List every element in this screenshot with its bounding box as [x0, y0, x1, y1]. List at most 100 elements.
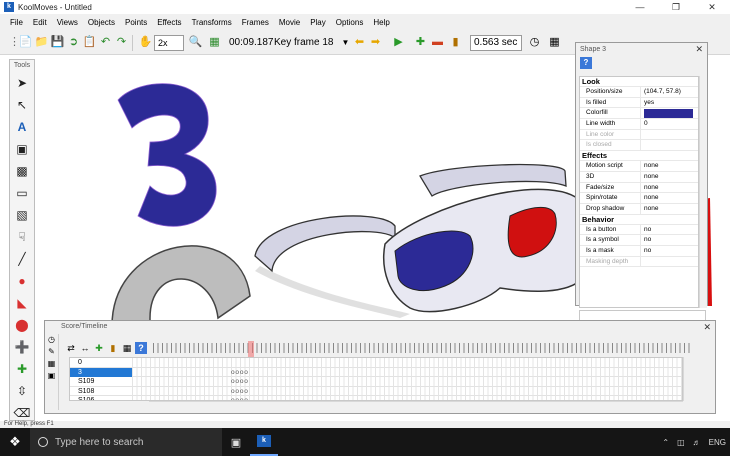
hand-tool-icon[interactable]: ✋ [138, 35, 153, 50]
move-frames-icon[interactable]: ⇄ [65, 342, 77, 354]
button-tool-icon[interactable]: ▭ [10, 182, 34, 204]
save-icon[interactable]: 💾 [50, 35, 65, 50]
import-icon[interactable]: ➲ [66, 35, 81, 50]
menu-help[interactable]: Help [368, 18, 394, 27]
menu-frames[interactable]: Frames [237, 18, 274, 27]
property-row[interactable]: Is a button no [580, 224, 698, 236]
layer-name[interactable]: 0 [78, 358, 130, 368]
property-row[interactable]: Colorfill [580, 108, 698, 120]
keyframe-markers[interactable]: o o o o [231, 387, 248, 397]
colorfill-swatch[interactable] [644, 109, 693, 119]
property-row[interactable]: Is a symbol no [580, 235, 698, 246]
add-frame-icon[interactable]: ✚ [413, 35, 428, 50]
koolmoves-taskbar-app[interactable]: k [250, 428, 278, 456]
menu-file[interactable]: File [5, 18, 28, 27]
timeline-row[interactable]: 0 [70, 358, 682, 368]
frame-properties-icon[interactable]: ▮ [107, 342, 119, 354]
play-icon[interactable]: ▶ [391, 35, 406, 50]
property-row[interactable]: Is filled yes [580, 97, 698, 109]
stretch-frames-icon[interactable]: ↔ [79, 342, 91, 354]
frame-grid[interactable] [132, 377, 682, 387]
menu-effects[interactable]: Effects [152, 18, 186, 27]
timeline-vertical-scrollbar[interactable] [683, 357, 693, 401]
property-section-look[interactable]: Look [580, 77, 698, 87]
property-value[interactable]: yes [641, 98, 654, 108]
undo-icon[interactable]: ↶ [98, 35, 113, 50]
close-window-button[interactable]: ✕ [694, 0, 730, 14]
layer-icon[interactable]: ▦ [45, 358, 58, 370]
tray-chevron-icon[interactable]: ⌃ [658, 438, 673, 447]
previous-frame-icon[interactable]: ⬅ [352, 35, 367, 50]
keyframe-markers[interactable]: o o o o [231, 377, 248, 387]
property-row[interactable]: Motion script none [580, 161, 698, 172]
image-tool-icon[interactable]: ▣ [10, 138, 34, 160]
minimize-button[interactable]: — [622, 0, 658, 14]
point-select-icon[interactable]: ↖ [10, 94, 34, 116]
property-row[interactable]: Line color [580, 129, 698, 141]
timeline-help-button[interactable]: ? [135, 342, 147, 354]
timeline-row[interactable]: S109 o o o o [70, 377, 682, 387]
property-section-behavior[interactable]: Behavior [580, 215, 698, 225]
timeline-row[interactable]: 3 o o o o [70, 367, 682, 378]
new-file-icon[interactable]: 📄 [18, 35, 33, 50]
property-row[interactable]: Spin/rotate none [580, 193, 698, 204]
close-icon[interactable]: ✕ [703, 321, 711, 333]
ellipse-tool-icon[interactable]: ⬤ [10, 314, 34, 336]
view-icon[interactable]: ▦ [121, 342, 133, 354]
open-folder-icon[interactable]: 📁 [34, 35, 49, 50]
property-row[interactable]: 3D none [580, 171, 698, 183]
property-row[interactable]: Fade/size none [580, 182, 698, 194]
property-section-effects[interactable]: Effects [580, 151, 698, 162]
volume-icon[interactable]: ♬ [689, 438, 705, 447]
property-value[interactable]: none [641, 172, 658, 182]
layer-name[interactable]: S106 [78, 396, 130, 400]
frame-grid[interactable] [132, 386, 682, 397]
frame-grid[interactable] [132, 367, 682, 378]
duration-field[interactable]: 0.563 sec [470, 35, 522, 51]
property-row[interactable]: Masking depth [580, 256, 698, 268]
restore-button[interactable]: ❐ [658, 0, 694, 14]
property-value[interactable]: no [641, 225, 651, 235]
line-tool-icon[interactable]: ╱ [10, 248, 34, 270]
component-tool-icon[interactable]: ▧ [10, 204, 34, 226]
property-value[interactable] [641, 130, 644, 140]
plus-tool-icon[interactable]: ✚ [10, 358, 34, 380]
property-value[interactable] [641, 108, 693, 119]
fit-zoom-icon[interactable]: ▦ [207, 35, 222, 50]
keyframe-markers[interactable]: o o o o [231, 368, 248, 378]
menu-play[interactable]: Play [305, 18, 331, 27]
task-view-icon[interactable]: ▣ [222, 428, 250, 456]
timeline-ruler[interactable] [153, 343, 691, 353]
taskbar-search-box[interactable]: Type here to search [30, 428, 222, 456]
zoom-icon[interactable]: 🔍 [188, 35, 203, 50]
property-value[interactable]: 0 [641, 119, 648, 129]
property-row[interactable]: Position/size (104.7, 57.8) [580, 87, 698, 98]
menu-edit[interactable]: Edit [28, 18, 52, 27]
menu-movie[interactable]: Movie [274, 18, 305, 27]
property-value[interactable]: none [641, 204, 658, 214]
circle-tool-icon[interactable]: ● [10, 270, 34, 292]
property-value[interactable] [641, 140, 644, 150]
polygon-tool-icon[interactable]: ◣ [10, 292, 34, 314]
add-point-icon[interactable]: ➕ [10, 336, 34, 358]
property-scrollbar[interactable] [699, 76, 707, 308]
property-value[interactable]: none [641, 183, 658, 193]
menu-options[interactable]: Options [331, 18, 369, 27]
network-icon[interactable]: ◫ [673, 438, 689, 447]
pen-icon[interactable]: ✎ [45, 346, 58, 358]
property-row[interactable]: Line width 0 [580, 119, 698, 130]
menu-transforms[interactable]: Transforms [187, 18, 237, 27]
property-value[interactable]: no [641, 235, 651, 245]
camera-icon[interactable]: ▣ [45, 370, 58, 382]
transform-tool-icon[interactable]: ⇳ [10, 380, 34, 402]
clock-icon[interactable]: ◷ [527, 35, 542, 50]
clock-icon[interactable]: ◷ [45, 334, 58, 346]
property-value[interactable]: no [641, 246, 651, 256]
next-frame-icon[interactable]: ➡ [368, 35, 383, 50]
frame-grid[interactable] [132, 358, 682, 368]
redo-icon[interactable]: ↷ [114, 35, 129, 50]
windows-start-icon[interactable]: ❖ [0, 428, 30, 456]
frame-properties-icon[interactable]: ▮ [448, 35, 463, 50]
timeline-horizontal-scrollbar[interactable] [149, 401, 683, 409]
close-icon[interactable]: ✕ [695, 44, 703, 55]
